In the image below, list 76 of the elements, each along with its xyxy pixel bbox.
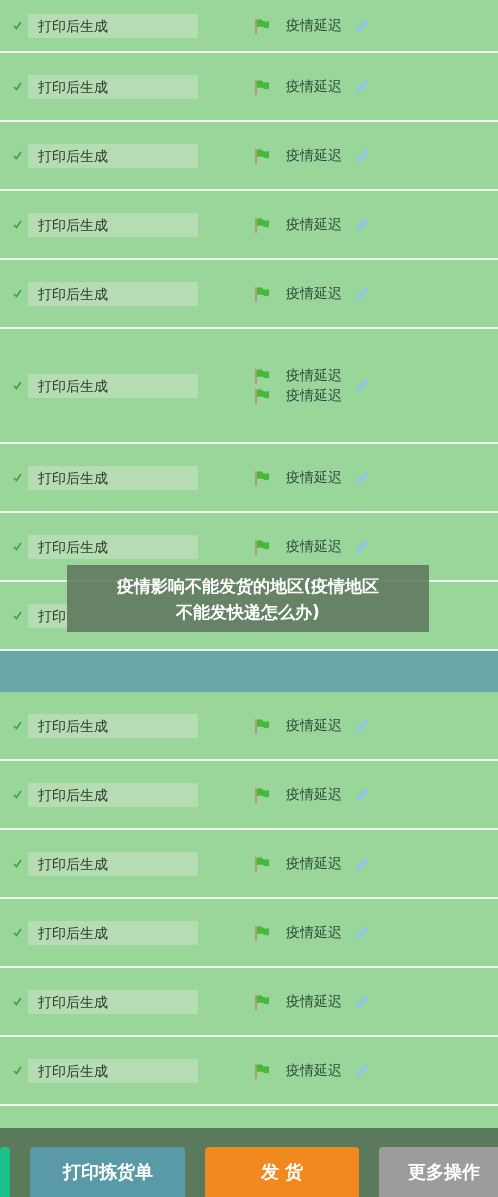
status-tag: 疫情延迟 xyxy=(286,537,342,556)
check-icon xyxy=(13,997,22,1006)
check-icon xyxy=(13,473,22,482)
pencil-icon[interactable] xyxy=(354,285,370,302)
status-tag: 疫情延迟 xyxy=(286,923,342,942)
flag-icon xyxy=(254,786,270,803)
status-tag: 疫情延迟 xyxy=(286,854,342,873)
status-tag: 疫情延迟 xyxy=(286,77,342,96)
check-icon xyxy=(13,928,22,937)
input-field[interactable]: 打印后生成 xyxy=(28,373,198,398)
input-field[interactable]: 打印后生成 xyxy=(28,920,198,945)
pencil-icon[interactable] xyxy=(354,1062,370,1079)
status-tag: 疫情延迟 xyxy=(286,1061,342,1080)
pencil-icon[interactable] xyxy=(354,993,370,1010)
input-field[interactable]: 打印后生成 xyxy=(28,212,198,237)
flag-icon xyxy=(254,147,270,164)
check-icon xyxy=(13,721,22,730)
check-icon xyxy=(13,82,22,91)
check-icon xyxy=(13,21,22,30)
caption-title: 疫情影响不能发货的地区(疫情地区 不能发快递怎么办) xyxy=(116,574,380,624)
status-tag: 疫情延迟 xyxy=(286,16,342,35)
status-tag: 疫情延迟 xyxy=(286,386,342,405)
input-field[interactable]: 打印后生成 xyxy=(28,13,198,38)
flag-icon xyxy=(254,367,270,384)
flag-icon xyxy=(254,538,270,555)
pencil-icon[interactable] xyxy=(354,538,370,555)
status-tag: 疫情延迟 xyxy=(286,215,342,234)
flag-icon xyxy=(254,387,270,404)
input-field[interactable]: 打印后生成 xyxy=(28,143,198,168)
flag-icon xyxy=(254,285,270,302)
status-tag: 疫情延迟 xyxy=(286,992,342,1011)
status-tag: 疫情延迟 xyxy=(286,468,342,487)
input-field[interactable]: 打印后生成 xyxy=(28,465,198,490)
input-field[interactable]: 打印 xyxy=(28,603,67,628)
flag-icon xyxy=(254,924,270,941)
check-icon xyxy=(13,790,22,799)
input-field[interactable]: 打印后生成 xyxy=(28,74,198,99)
flag-icon xyxy=(254,78,270,95)
input-field[interactable]: 打印后生成 xyxy=(28,713,198,738)
pencil-icon[interactable] xyxy=(354,147,370,164)
status-tag: 疫情延迟 xyxy=(286,146,342,165)
input-field[interactable]: 打印后生成 xyxy=(28,281,198,306)
flag-icon xyxy=(254,717,270,734)
pencil-icon[interactable] xyxy=(354,78,370,95)
input-field[interactable]: 打印后生成 xyxy=(28,989,198,1014)
flag-icon xyxy=(254,469,270,486)
check-icon xyxy=(13,289,22,298)
flag-icon xyxy=(254,216,270,233)
pencil-icon[interactable] xyxy=(354,717,370,734)
input-field[interactable]: 打印后生成 xyxy=(28,1058,198,1083)
check-icon xyxy=(13,859,22,868)
flag-icon xyxy=(254,855,270,872)
status-tag: 疫情延迟 xyxy=(286,785,342,804)
input-field[interactable]: 打印后生成 xyxy=(28,534,198,559)
input-field[interactable]: 打印后生成 xyxy=(28,851,198,876)
status-tag: 疫情延迟 xyxy=(286,366,342,385)
pencil-icon[interactable] xyxy=(354,17,370,34)
pencil-icon[interactable] xyxy=(354,786,370,803)
pencil-icon[interactable] xyxy=(354,377,370,394)
pencil-icon[interactable] xyxy=(354,855,370,872)
pencil-icon[interactable] xyxy=(354,924,370,941)
status-tag: 疫情延迟 xyxy=(286,716,342,735)
input-field[interactable]: 打印后生成 xyxy=(28,782,198,807)
check-icon xyxy=(13,611,22,620)
check-icon xyxy=(13,220,22,229)
status-tag: 疫情延迟 xyxy=(286,284,342,303)
flag-icon xyxy=(254,993,270,1010)
flag-icon xyxy=(254,17,270,34)
sliver-button[interactable] xyxy=(0,1147,10,1197)
flag-icon xyxy=(254,1062,270,1079)
check-icon xyxy=(13,151,22,160)
check-icon xyxy=(13,1066,22,1075)
check-icon xyxy=(13,381,22,390)
pencil-icon[interactable] xyxy=(354,469,370,486)
pencil-icon[interactable] xyxy=(354,216,370,233)
check-icon xyxy=(13,542,22,551)
